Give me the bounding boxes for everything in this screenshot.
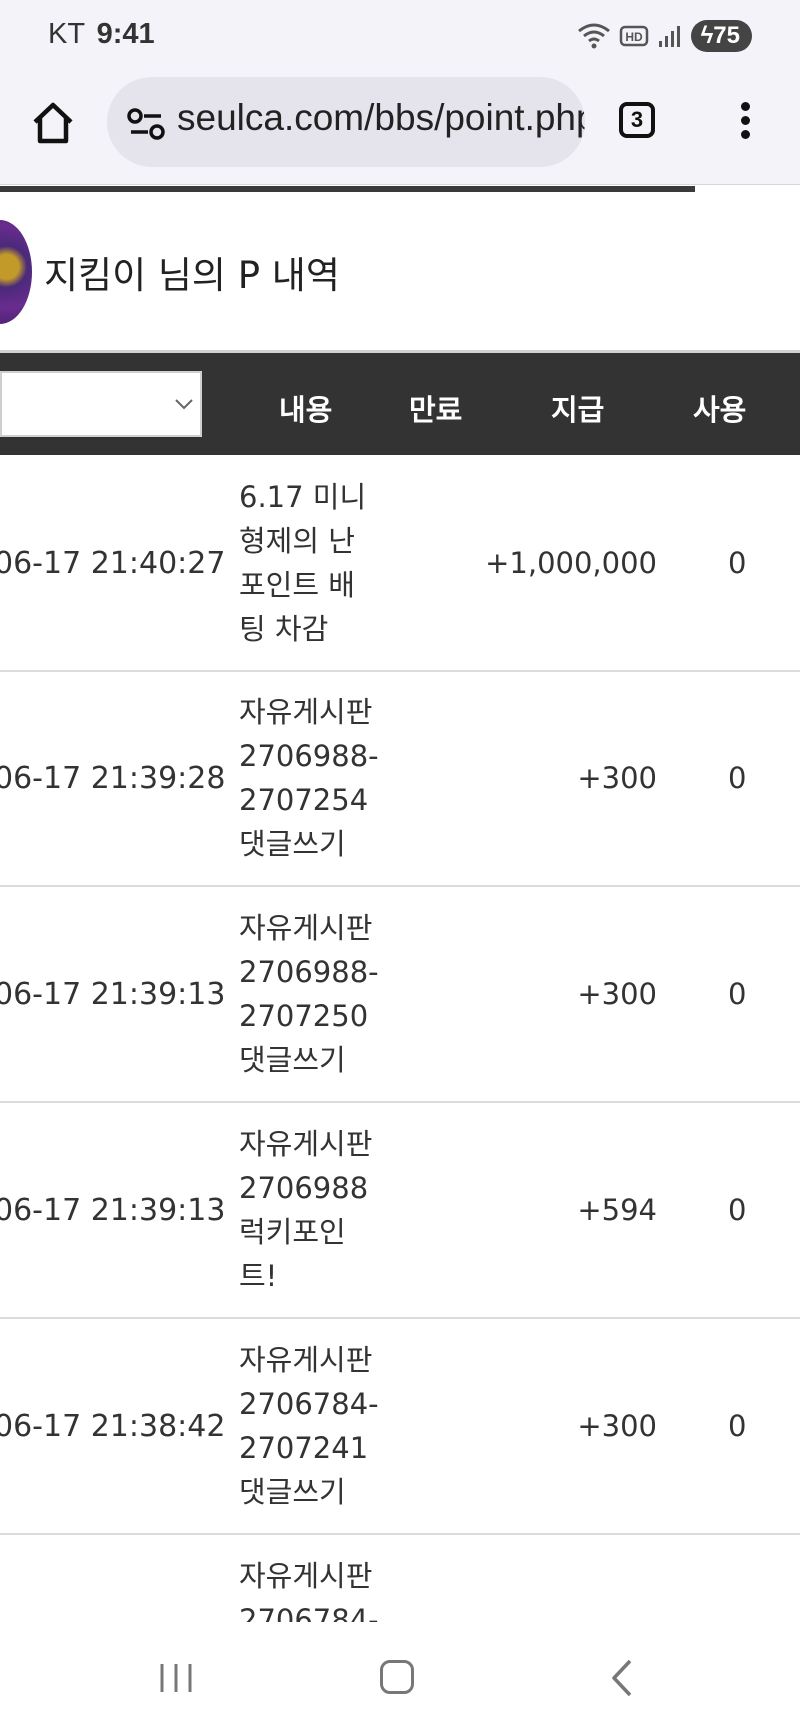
avatar (0, 220, 32, 324)
row-content: 자유게시판 2706988 럭키포인 트! (239, 1122, 379, 1298)
content-line: 럭키포인 (239, 1215, 346, 1249)
content-line: 2707250 (239, 999, 369, 1033)
content-line: 팅 차감 (239, 612, 329, 646)
content-line: 자유게시판 (239, 695, 373, 729)
svg-text:HD: HD (625, 30, 643, 44)
row-used: 0 (728, 546, 747, 580)
back-icon[interactable] (608, 1658, 636, 1698)
content-line: 6.17 미니 (239, 480, 367, 514)
content-line: 2706988- (239, 739, 379, 773)
row-date: 06-17 21:39:13 (0, 977, 226, 1012)
row-date: 06-17 21:39:28 (0, 761, 226, 796)
toolbar-divider (0, 184, 800, 185)
row-date: 06-17 21:39:13 (0, 1193, 226, 1228)
status-bar: KT 9:41 HD ϟ 75 (0, 0, 800, 74)
more-options-icon[interactable] (735, 102, 755, 142)
row-given: +300 (577, 977, 657, 1011)
content-line: 자유게시판 (239, 1343, 373, 1377)
row-given: +300 (577, 761, 657, 795)
home-nav-icon[interactable] (380, 1660, 414, 1694)
content-line: 2707241 (239, 1431, 369, 1465)
page-title: 지킴이 님의 P 내역 (44, 254, 340, 297)
charging-icon: ϟ (700, 22, 714, 49)
hd-voice-icon: HD (619, 25, 648, 47)
column-header-expire: 만료 (409, 393, 463, 427)
content-line: 트! (239, 1259, 278, 1293)
row-content: 6.17 미니 형제의 난 포인트 배 팅 차감 (239, 475, 379, 651)
page-load-progress (0, 186, 695, 192)
signal-icon (658, 26, 680, 47)
clock: 9:41 (96, 18, 155, 50)
content-line: 2706988 (239, 1171, 369, 1205)
wifi-icon (577, 23, 610, 49)
chevron-down-icon (175, 399, 193, 410)
battery-indicator: ϟ 75 (690, 20, 752, 52)
row-given: +594 (577, 1193, 657, 1227)
row-given: +1,000,000 (485, 546, 657, 580)
filter-select[interactable] (0, 371, 202, 437)
table-row: 06-17 21:40:27 6.17 미니 형제의 난 포인트 배 팅 차감 … (0, 455, 800, 672)
row-used: 0 (728, 1409, 747, 1443)
content-line: 댓글쓰기 (239, 1043, 346, 1077)
table-row: 06-17 21:38:42 자유게시판 2706784- 2707241 댓글… (0, 1319, 800, 1535)
status-icons: HD ϟ 75 (577, 20, 752, 52)
site-settings-icon[interactable] (127, 107, 165, 141)
column-header-content: 내용 (279, 393, 333, 427)
column-header-used: 사용 (693, 393, 747, 427)
content-line: 자유게시판 (239, 1127, 373, 1161)
content-line: 2706784- (239, 1387, 379, 1421)
content-line: 댓글쓰기 (239, 827, 346, 861)
content-line: 2707254 (239, 783, 369, 817)
row-date: 06-17 21:40:27 (0, 546, 226, 581)
address-bar[interactable]: seulca.com/bbs/point.php (107, 77, 585, 167)
tab-switcher-button[interactable]: 3 (619, 102, 655, 138)
table-row: 자유게시판 2706784- (0, 1535, 800, 1637)
column-header-given: 지급 (551, 393, 605, 427)
table-row: 06-17 21:39:13 자유게시판 2706988- 2707250 댓글… (0, 887, 800, 1103)
browser-toolbar: seulca.com/bbs/point.php 3 (0, 74, 800, 184)
home-icon[interactable] (30, 100, 76, 146)
carrier-time: KT 9:41 (48, 18, 155, 51)
recent-apps-icon[interactable] (158, 1662, 194, 1694)
carrier-label: KT (48, 18, 85, 50)
row-used: 0 (728, 977, 747, 1011)
row-content: 자유게시판 2706784- 2707241 댓글쓰기 (239, 1338, 379, 1514)
content-line: 자유게시판 (239, 911, 373, 945)
table-row: 06-17 21:39:28 자유게시판 2706988- 2707254 댓글… (0, 671, 800, 887)
table-row: 06-17 21:39:13 자유게시판 2706988 럭키포인 트! +59… (0, 1103, 800, 1319)
table-header: 내용 만료 지급 사용 (0, 353, 800, 455)
content-line: 2706988- (239, 955, 379, 989)
row-content: 자유게시판 2706988- 2707250 댓글쓰기 (239, 906, 379, 1082)
content-line: 포인트 배 (239, 568, 355, 602)
row-date: 06-17 21:38:42 (0, 1409, 226, 1444)
row-used: 0 (728, 761, 747, 795)
row-used: 0 (728, 1193, 747, 1227)
content-line: 자유게시판 (239, 1559, 373, 1593)
system-navigation-bar (0, 1622, 800, 1734)
battery-level: 75 (713, 22, 740, 49)
url-text[interactable]: seulca.com/bbs/point.php (177, 97, 585, 139)
content-line: 형제의 난 (239, 524, 355, 558)
content-line: 댓글쓰기 (239, 1475, 346, 1509)
row-given: +300 (577, 1409, 657, 1443)
row-content: 자유게시판 2706988- 2707254 댓글쓰기 (239, 690, 379, 866)
